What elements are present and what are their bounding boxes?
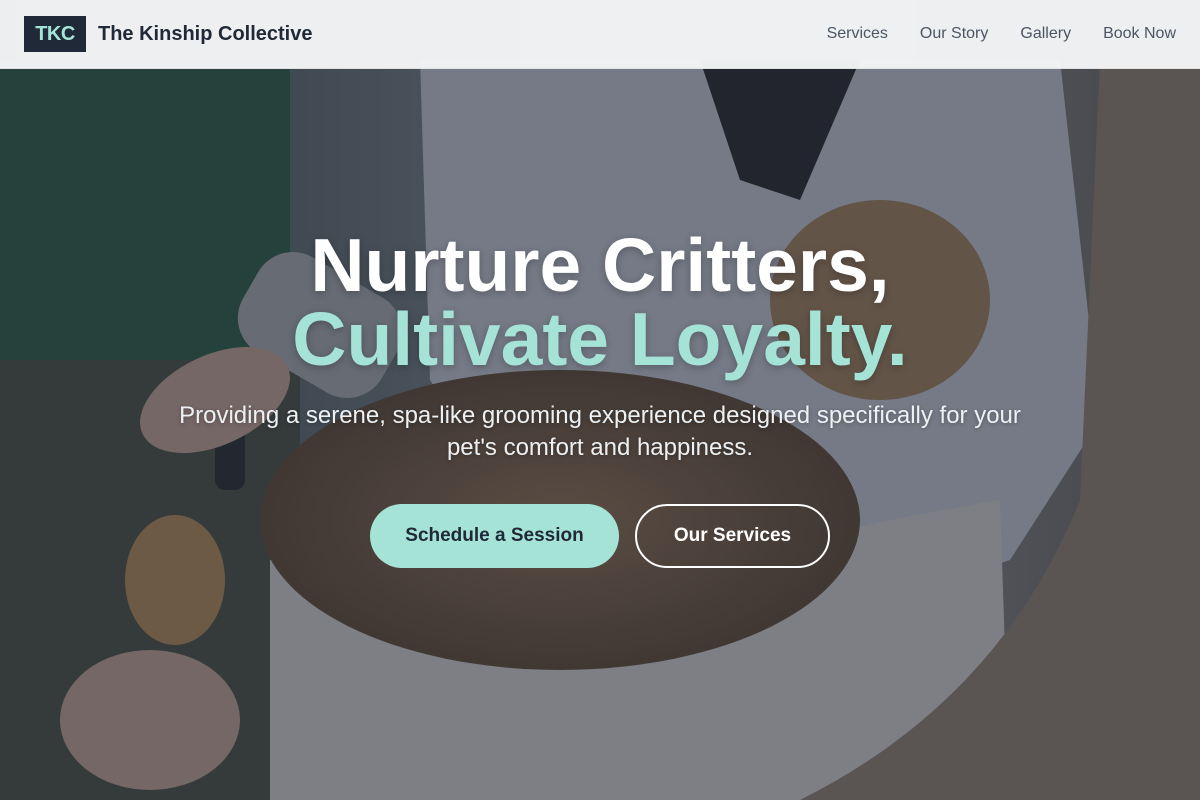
hero-headline-line2: Cultivate Loyalty. <box>292 297 908 381</box>
hero-subtext: Providing a serene, spa-like grooming ex… <box>179 402 1021 461</box>
nav-link-our-story[interactable]: Our Story <box>920 25 988 43</box>
logo-text: TKC <box>35 22 75 45</box>
hero-headline: Nurture Critters, Cultivate Loyalty. <box>0 228 1200 381</box>
main-nav: Services Our Story Gallery Book Now <box>795 25 1176 43</box>
brand[interactable]: TKC The Kinship Collective <box>24 16 312 52</box>
nav-link-gallery[interactable]: Gallery <box>1020 25 1071 43</box>
logo[interactable]: TKC <box>24 16 86 52</box>
hero-content: Nurture Critters, Cultivate Loyalty. Pro… <box>0 228 1200 568</box>
schedule-session-button[interactable]: Schedule a Session <box>370 504 619 568</box>
nav-link-services[interactable]: Services <box>827 25 888 43</box>
our-services-button[interactable]: Our Services <box>635 504 830 568</box>
hero-headline-line1: Nurture Critters, <box>310 223 890 307</box>
brand-name[interactable]: The Kinship Collective <box>98 23 312 46</box>
nav-link-book-now[interactable]: Book Now <box>1103 25 1176 43</box>
hero-cta-group: Schedule a Session Our Services <box>0 504 1200 568</box>
site-header: TKC The Kinship Collective Services Our … <box>0 0 1200 69</box>
